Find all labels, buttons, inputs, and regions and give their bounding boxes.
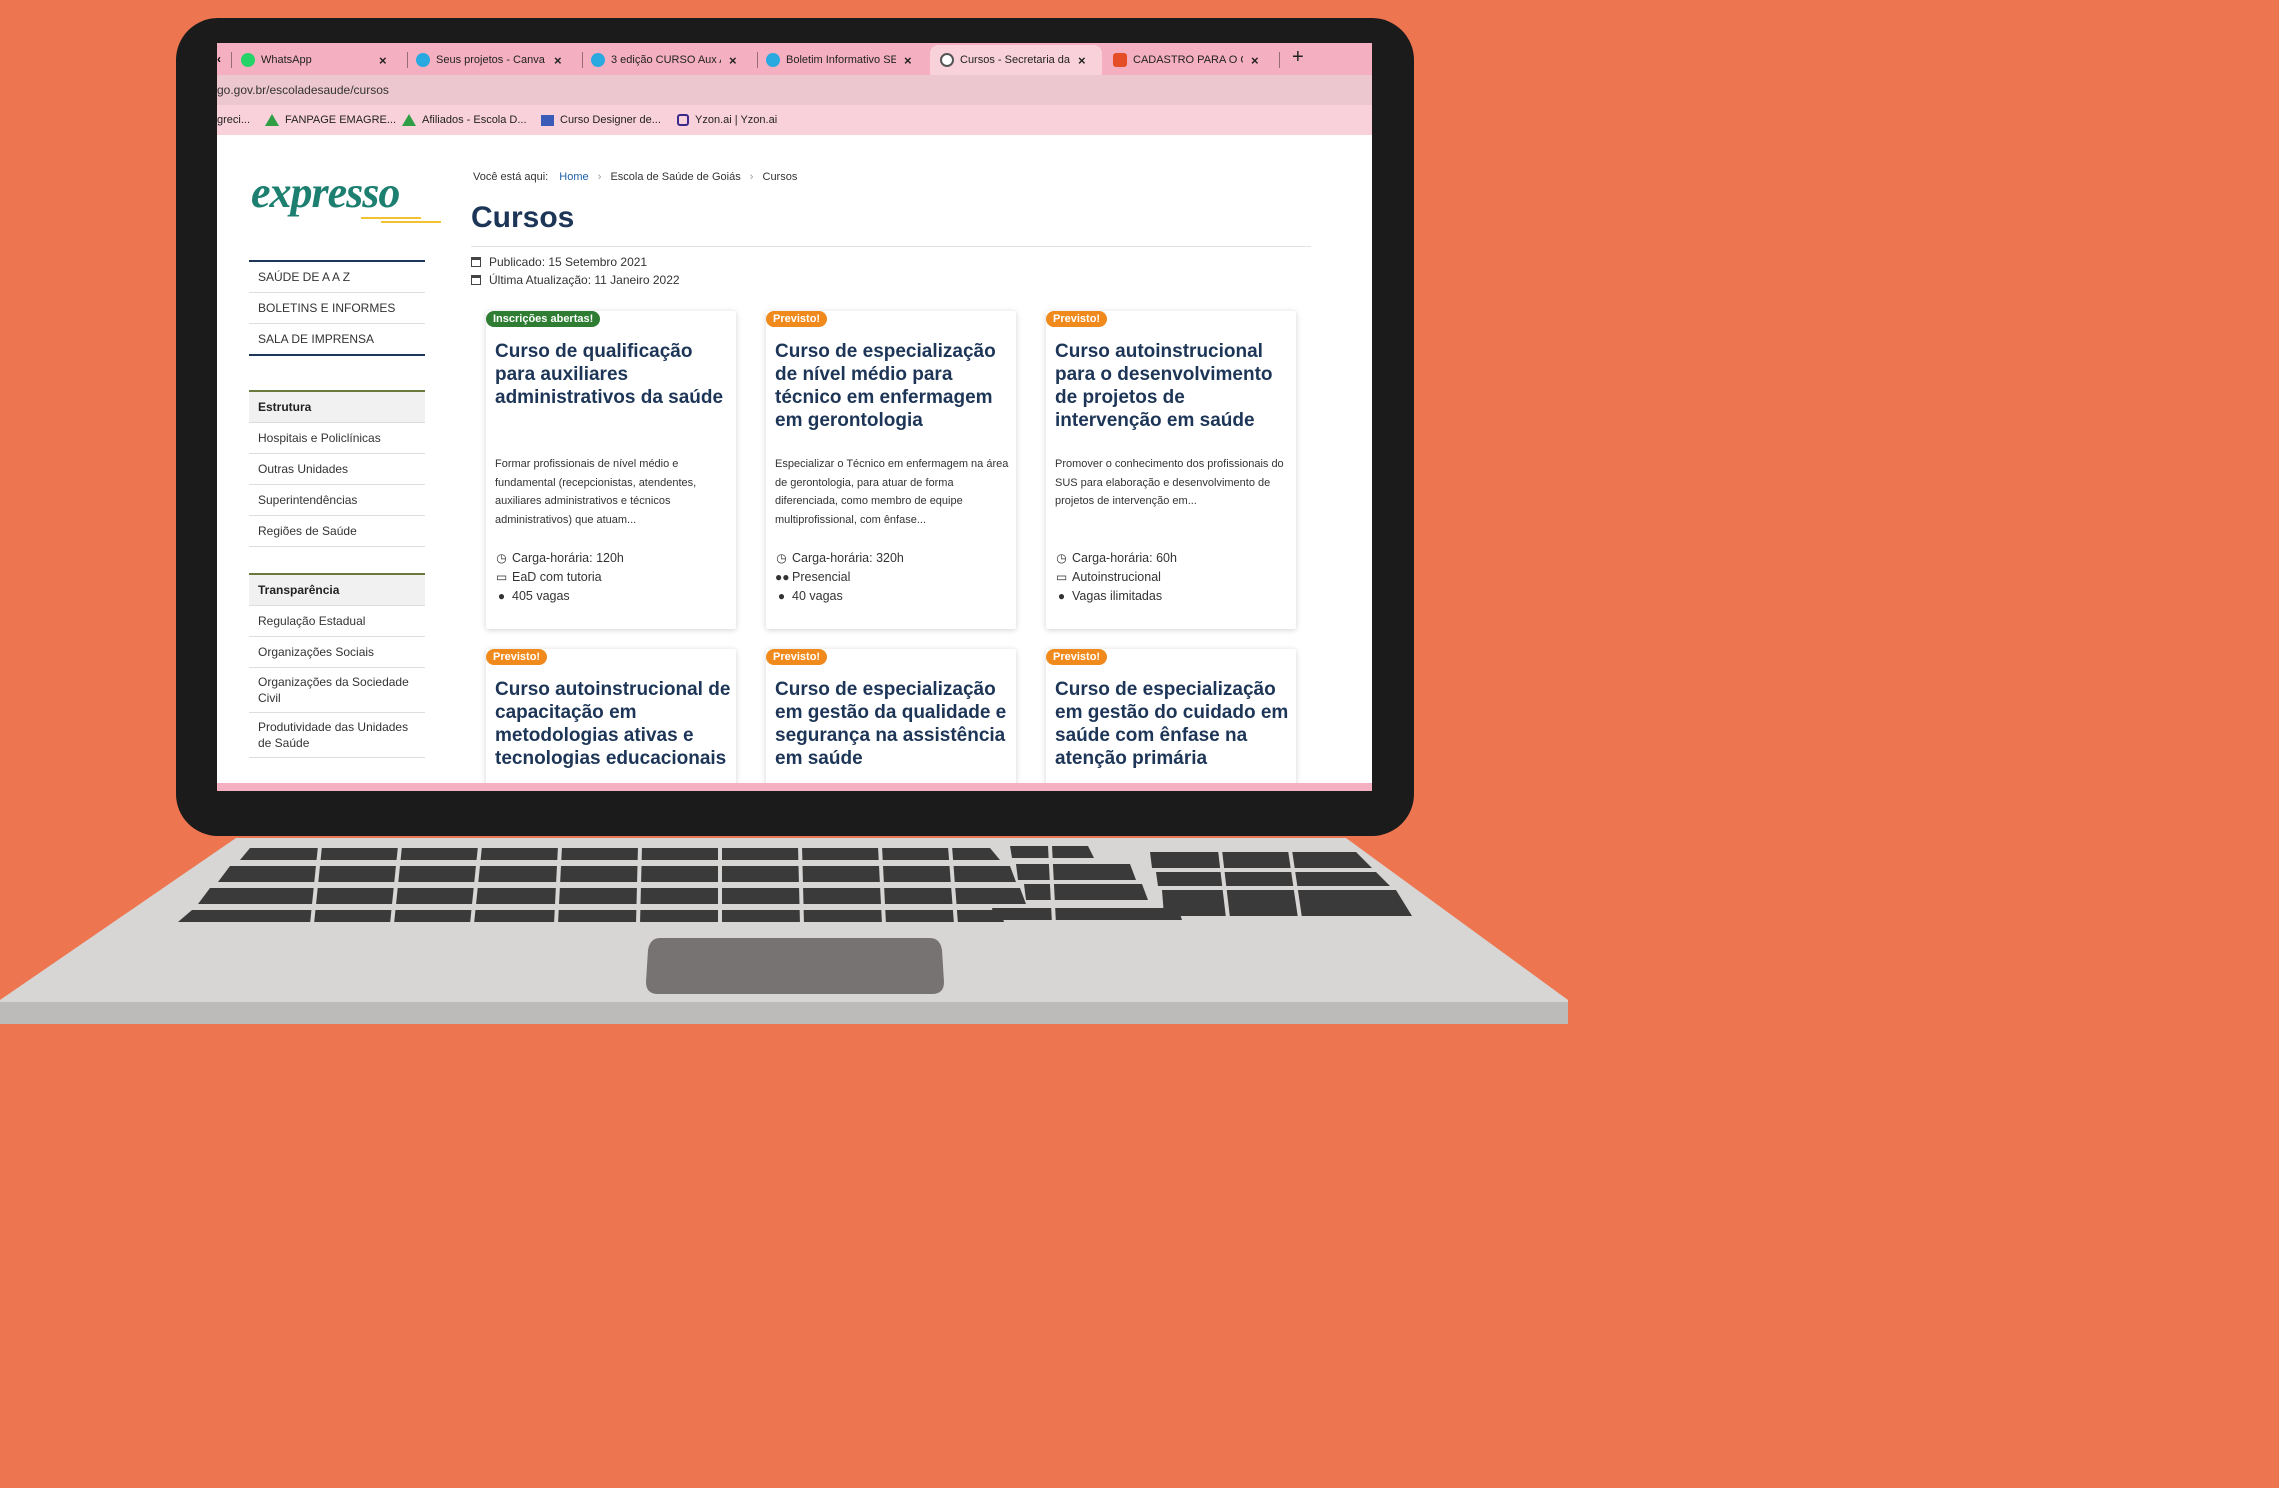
laptop-front-edge [0,1002,1568,1024]
trackpad [646,938,944,994]
laptop-base [0,838,1568,1024]
